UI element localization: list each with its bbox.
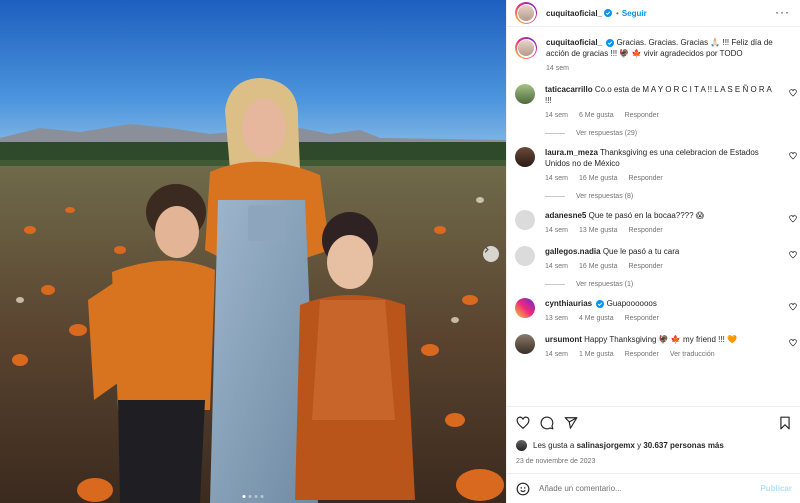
likes-middle: y — [637, 441, 642, 450]
reply-button[interactable]: Responder — [625, 110, 659, 121]
comment-text: Guapoooooos — [606, 299, 657, 308]
post-photo — [0, 0, 506, 503]
verified-badge-icon — [606, 38, 615, 47]
header-separator: • — [616, 8, 619, 18]
author-username[interactable]: cuquitaoficial_ — [546, 9, 602, 18]
comment-text: Que te pasó en la bocaa???? 😱 — [588, 211, 705, 220]
view-replies-button[interactable]: Ver respuestas (8) — [545, 193, 800, 200]
emoji-icon[interactable] — [516, 482, 530, 496]
comment-item: taticacarrillo Co.o esta de M A Y O R C … — [515, 84, 800, 121]
likes-summary: Les gusta a salinasjorgemx y 30.637 pers… — [516, 440, 792, 451]
post-header: cuquitaoficial_ • Seguir ··· — [507, 0, 800, 27]
carousel-dot — [248, 495, 252, 498]
liker-avatar[interactable] — [516, 440, 527, 451]
comment-text: Que le pasó a tu cara — [602, 247, 680, 256]
carousel-indicator — [242, 495, 264, 498]
commenter-avatar[interactable] — [515, 210, 535, 230]
follow-button[interactable]: Seguir — [622, 9, 647, 18]
post-caption: cuquitaoficial_ Gracias. Gracias. Gracia… — [515, 37, 800, 74]
comment-username[interactable]: ursumont — [545, 335, 582, 344]
comment-input[interactable] — [539, 484, 761, 493]
caption-time: 14 sem — [546, 65, 569, 72]
caption-username[interactable]: cuquitaoficial_ — [546, 38, 602, 47]
commenter-avatar[interactable] — [515, 334, 535, 354]
liker-username[interactable]: salinasjorgemx — [577, 441, 635, 450]
share-icon[interactable] — [564, 416, 578, 430]
bookmark-icon[interactable] — [778, 416, 792, 430]
comment-likes[interactable]: 16 Me gusta — [579, 261, 618, 272]
comment-username[interactable]: gallegos.nadia — [545, 247, 601, 256]
more-options-icon[interactable]: ··· — [775, 6, 790, 18]
comment-time: 14 sem — [545, 263, 568, 270]
commenter-avatar[interactable] — [515, 84, 535, 104]
view-replies-button[interactable]: Ver respuestas (1) — [545, 281, 800, 288]
commenter-avatar[interactable] — [515, 298, 535, 318]
comment-username[interactable]: laura.m_meza — [545, 148, 598, 157]
comment-composer: Publicar — [507, 473, 800, 503]
view-replies-button[interactable]: Ver respuestas (29) — [545, 130, 800, 137]
reply-button[interactable]: Responder — [629, 173, 663, 184]
comments-list: cuquitaoficial_ Gracias. Gracias. Gracia… — [507, 27, 800, 406]
heart-icon[interactable] — [789, 339, 797, 347]
comment-time: 14 sem — [545, 351, 568, 358]
reply-button[interactable]: Responder — [625, 313, 659, 324]
heart-icon[interactable] — [789, 251, 797, 259]
comment-text: Happy Thanksgiving 🦃 🍁 my friend !!! 🧡 — [584, 335, 738, 344]
carousel-dot — [242, 495, 246, 498]
commenter-avatar[interactable] — [515, 147, 535, 167]
reply-button[interactable]: Responder — [629, 225, 663, 236]
comment-item: cynthiaurias Guapoooooos 13 sem 4 Me gus… — [515, 298, 800, 324]
verified-badge-icon — [596, 299, 605, 308]
author-avatar[interactable] — [515, 2, 537, 24]
heart-icon[interactable] — [789, 215, 797, 223]
post-side-panel: cuquitaoficial_ • Seguir ··· cuquitaofic… — [506, 0, 800, 503]
verified-badge-icon — [604, 9, 613, 17]
photo-scene — [0, 0, 506, 503]
comment-username[interactable]: cynthiaurias — [545, 299, 592, 308]
view-replies-label: Ver respuestas (8) — [576, 193, 634, 200]
translate-button[interactable]: Ver traducción — [670, 349, 715, 360]
carousel-dot — [254, 495, 258, 498]
view-replies-label: Ver respuestas (1) — [576, 281, 634, 288]
comment-username[interactable]: adanesne5 — [545, 211, 586, 220]
comment-likes[interactable]: 1 Me gusta — [579, 349, 614, 360]
likes-count[interactable]: 30.637 personas más — [643, 441, 724, 450]
reply-button[interactable]: Responder — [629, 261, 663, 272]
carousel-dot — [260, 495, 264, 498]
comment-item: ursumont Happy Thanksgiving 🦃 🍁 my frien… — [515, 334, 800, 360]
comment-icon[interactable] — [540, 416, 554, 430]
heart-icon[interactable] — [789, 89, 797, 97]
comment-username[interactable]: taticacarrillo — [545, 85, 593, 94]
heart-icon[interactable] — [789, 152, 797, 160]
comment-item: adanesne5 Que te pasó en la bocaa???? 😱 … — [515, 210, 800, 236]
comment-likes[interactable]: 6 Me gusta — [579, 110, 614, 121]
comment-likes[interactable]: 13 Me gusta — [579, 225, 618, 236]
comment-item: laura.m_meza Thanksgiving es una celebra… — [515, 147, 800, 184]
heart-icon[interactable] — [789, 303, 797, 311]
commenter-avatar[interactable] — [515, 246, 535, 266]
likes-prefix: Les gusta a — [533, 441, 575, 450]
chevron-right-icon — [484, 246, 489, 253]
comment-time: 14 sem — [545, 227, 568, 234]
post-actions: Les gusta a salinasjorgemx y 30.637 pers… — [507, 406, 800, 465]
comment-time: 14 sem — [545, 112, 568, 119]
caption-avatar[interactable] — [515, 37, 537, 59]
comment-item: gallegos.nadia Que le pasó a tu cara 14 … — [515, 246, 800, 272]
comment-time: 14 sem — [545, 175, 568, 182]
comment-likes[interactable]: 16 Me gusta — [579, 173, 618, 184]
view-replies-label: Ver respuestas (29) — [576, 130, 638, 137]
heart-icon[interactable] — [516, 416, 530, 430]
comment-time: 13 sem — [545, 315, 568, 322]
reply-button[interactable]: Responder — [625, 349, 659, 360]
post-date: 23 de noviembre de 2023 — [516, 458, 596, 465]
comment-likes[interactable]: 4 Me gusta — [579, 313, 614, 324]
carousel-next-button[interactable] — [483, 246, 499, 262]
publish-button[interactable]: Publicar — [760, 484, 792, 493]
